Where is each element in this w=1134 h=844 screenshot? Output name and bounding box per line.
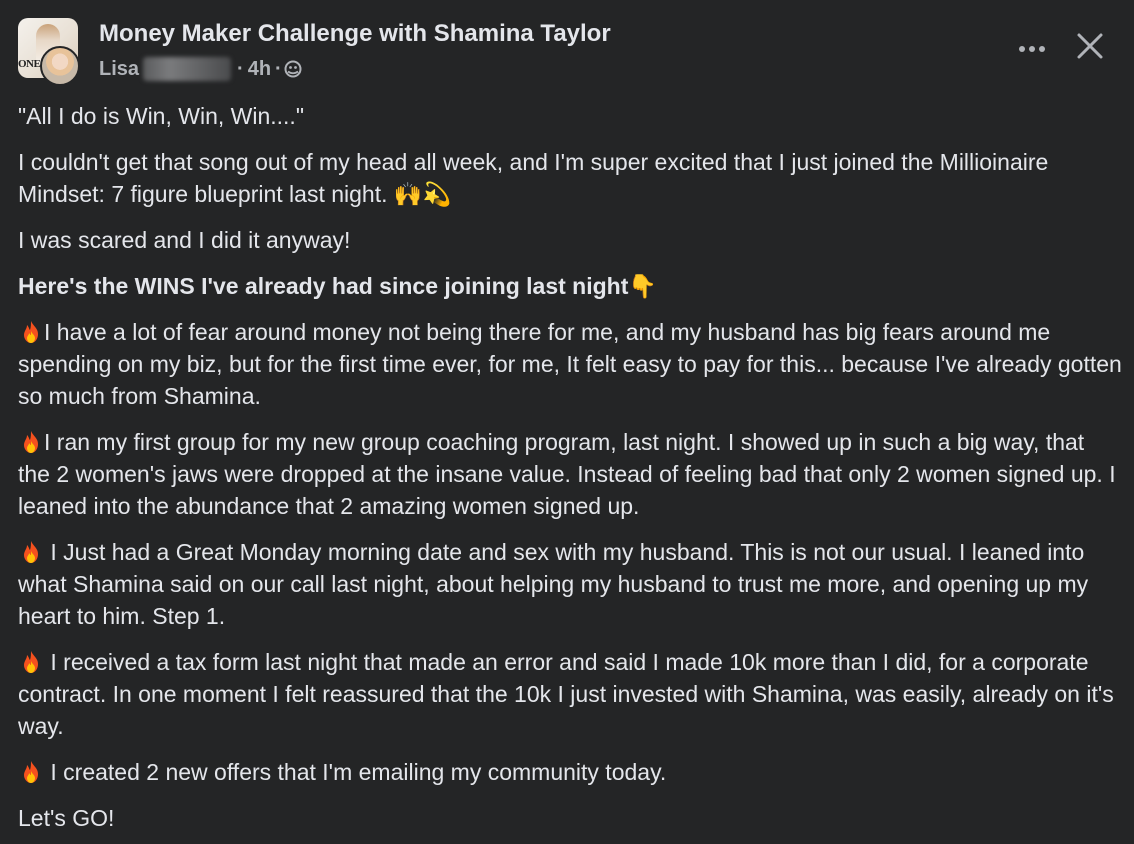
post-header: ONE Money Maker Challenge with Shamina T… bbox=[18, 18, 1118, 88]
header-actions bbox=[1018, 32, 1104, 65]
group-avatar-text: ONE bbox=[18, 58, 41, 70]
post-paragraph: I received a tax form last night that ma… bbox=[18, 646, 1122, 742]
post-paragraph: I couldn't get that song out of my head … bbox=[18, 149, 1049, 207]
paragraph-text: I have a lot of fear around money not be… bbox=[18, 319, 1122, 409]
paragraph-text: I Just had a Great Monday morning date a… bbox=[18, 539, 1089, 629]
meta-separator-2: · bbox=[275, 57, 282, 80]
paragraph-text: I received a tax form last night that ma… bbox=[18, 649, 1114, 739]
fire-icon bbox=[18, 539, 44, 565]
timestamp-link[interactable]: 4h bbox=[248, 58, 271, 81]
paragraph-text: I ran my first group for my new group co… bbox=[18, 429, 1116, 519]
avatar-stack[interactable]: ONE bbox=[18, 18, 82, 86]
post-card: ONE Money Maker Challenge with Shamina T… bbox=[0, 0, 1134, 844]
group-name-link[interactable]: Money Maker Challenge with Shamina Taylo… bbox=[99, 20, 611, 48]
post-paragraph: I was scared and I did it anyway! bbox=[18, 227, 351, 253]
meta-separator: · bbox=[237, 57, 244, 80]
author-name-link[interactable]: Lisa bbox=[99, 58, 139, 81]
post-paragraph: I ran my first group for my new group co… bbox=[18, 426, 1122, 522]
fire-icon bbox=[18, 759, 44, 785]
post-paragraph: "All I do is Win, Win, Win...." bbox=[18, 103, 304, 129]
fire-icon bbox=[18, 649, 44, 675]
post-paragraph: I have a lot of fear around money not be… bbox=[18, 316, 1122, 412]
post-paragraph: Let's GO! bbox=[18, 805, 115, 831]
post-meta: Lisa · 4h · bbox=[99, 56, 302, 82]
globe-icon[interactable] bbox=[284, 60, 302, 78]
fire-icon bbox=[18, 429, 44, 455]
post-paragraph-bold: Here's the WINS I've already had since j… bbox=[18, 273, 658, 299]
post-paragraph: I created 2 new offers that I'm emailing… bbox=[18, 756, 1122, 788]
paragraph-text: I created 2 new offers that I'm emailing… bbox=[44, 759, 667, 785]
fire-icon bbox=[18, 319, 44, 345]
post-body: "All I do is Win, Win, Win...." I couldn… bbox=[18, 100, 1122, 844]
close-icon[interactable] bbox=[1076, 32, 1104, 65]
user-avatar[interactable] bbox=[40, 46, 80, 86]
redacted-author-surname bbox=[143, 57, 232, 81]
more-options-icon[interactable] bbox=[1018, 40, 1046, 58]
post-paragraph: I Just had a Great Monday morning date a… bbox=[18, 536, 1122, 632]
